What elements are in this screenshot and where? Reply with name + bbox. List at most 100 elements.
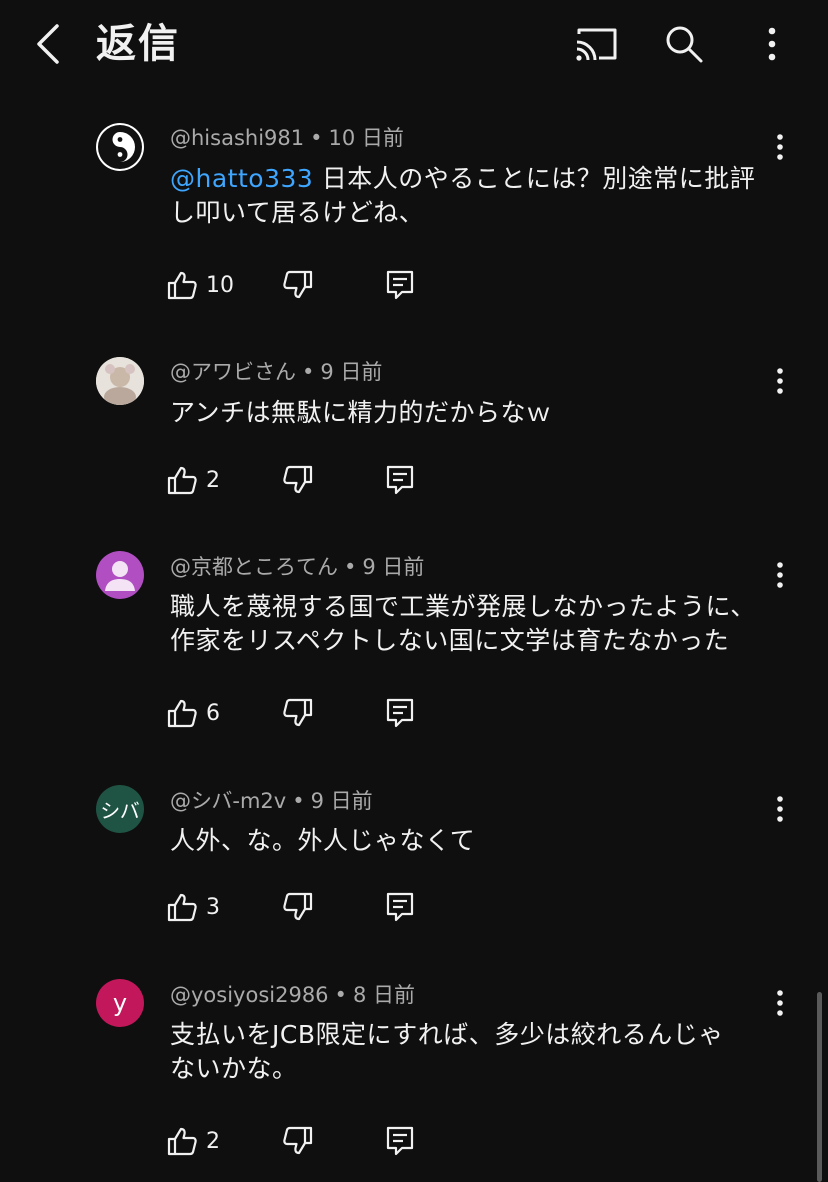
comment-text-line: ないかな。: [170, 1054, 298, 1083]
more-vert-icon: [777, 368, 783, 394]
comment-time: 10 日前: [328, 126, 404, 150]
avatar-letter: y: [112, 989, 128, 1017]
like-count: 6: [206, 700, 220, 726]
comment-meta: @yosiyosi2986 • 8 日前: [170, 981, 415, 1009]
thumbs-up-icon: [167, 466, 197, 495]
comment-more-button[interactable]: [764, 361, 796, 401]
author-name[interactable]: @シバ-m2v: [170, 789, 286, 813]
top-app-bar: 返信: [0, 0, 828, 90]
comment-text: アンチは無駄に精力的だからなｗ: [170, 396, 770, 430]
avatar[interactable]: [96, 357, 144, 405]
comment-text: 職人を蔑視する国で工業が発展しなかったように、 作家をリスペクトしない国に文学は…: [170, 590, 770, 658]
reply-icon: [386, 1126, 414, 1156]
thumbs-up-icon: [167, 271, 197, 300]
scrollbar[interactable]: [817, 992, 822, 1182]
avatar-letter: シバ: [100, 798, 140, 823]
like-button[interactable]: 2: [166, 1121, 220, 1161]
avatar[interactable]: [96, 123, 144, 171]
comment-meta: @シバ-m2v • 9 日前: [170, 787, 373, 815]
comment-meta: @hisashi981 • 10 日前: [170, 124, 404, 152]
reply-button[interactable]: [380, 460, 420, 500]
comment-actions: 3: [166, 887, 426, 927]
dislike-button[interactable]: [278, 265, 318, 305]
overflow-menu-button[interactable]: [748, 22, 796, 66]
reply-button[interactable]: [380, 693, 420, 733]
like-button[interactable]: 10: [166, 265, 234, 305]
meta-separator: •: [292, 789, 305, 813]
comment-text-line: アンチは無駄に精力的だからなｗ: [170, 398, 552, 427]
avatar[interactable]: シバ: [96, 785, 144, 833]
more-vert-icon: [777, 134, 783, 160]
more-vert-icon: [777, 562, 783, 588]
more-vert-icon: [777, 990, 783, 1016]
page-title: 返信: [96, 21, 180, 67]
dislike-button[interactable]: [278, 460, 318, 500]
comment-time: 8 日前: [352, 983, 415, 1007]
comment-text-line: 作家をリスペクトしない国に文学は育たなかった: [170, 626, 730, 655]
dislike-button[interactable]: [278, 887, 318, 927]
default-avatar-icon: [105, 561, 135, 591]
more-vert-icon: [768, 27, 776, 61]
cast-button[interactable]: [572, 22, 620, 66]
comment-actions: 2: [166, 1121, 426, 1161]
comment-text-line: 人外、な。外人じゃなくて: [170, 826, 476, 855]
thumbs-down-icon: [283, 465, 313, 494]
author-name[interactable]: @yosiyosi2986: [170, 983, 329, 1007]
comment-time: 9 日前: [362, 555, 425, 579]
avatar[interactable]: y: [96, 979, 144, 1027]
comment-more-button[interactable]: [764, 983, 796, 1023]
comment-text-line: @hatto333 日本人のやることには？別途常に批評: [170, 164, 756, 193]
dislike-button[interactable]: [278, 1121, 318, 1161]
comment-text-line: し叩いて居るけどね、: [170, 198, 425, 227]
comment-meta: @京都ところてん • 9 日前: [170, 553, 424, 581]
meta-separator: •: [310, 126, 323, 150]
reply-icon: [386, 892, 414, 922]
profile-photo-icon: [96, 357, 144, 405]
like-button[interactable]: 6: [166, 693, 220, 733]
search-icon: [666, 26, 703, 63]
comment-more-button[interactable]: [764, 127, 796, 167]
comment-more-button[interactable]: [764, 789, 796, 829]
author-name[interactable]: @アワビさん: [170, 360, 296, 384]
avatar[interactable]: [96, 551, 144, 599]
comment-text: 支払いをJCB限定にすれば、多少は絞れるんじゃ ないかな。: [170, 1018, 770, 1086]
more-vert-icon: [777, 796, 783, 822]
comment-time: 9 日前: [310, 789, 373, 813]
reply-icon: [386, 465, 414, 495]
meta-separator: •: [302, 360, 315, 384]
thumbs-down-icon: [283, 270, 313, 299]
reply-button[interactable]: [380, 887, 420, 927]
like-button[interactable]: 2: [166, 460, 220, 500]
dislike-button[interactable]: [278, 693, 318, 733]
reply-button[interactable]: [380, 265, 420, 305]
author-name[interactable]: @京都ところてん: [170, 555, 338, 579]
back-button[interactable]: [26, 20, 70, 68]
reply-icon: [386, 698, 414, 728]
thumbs-up-icon: [167, 893, 197, 922]
author-name[interactable]: @hisashi981: [170, 126, 304, 150]
thumbs-up-icon: [167, 1127, 197, 1156]
comment-text-line: 職人を蔑視する国で工業が発展しなかったように、: [170, 592, 756, 621]
meta-separator: •: [334, 983, 347, 1007]
comment-actions: 2: [166, 460, 426, 500]
like-count: 10: [206, 272, 234, 298]
comment-text: 人外、な。外人じゃなくて: [170, 824, 770, 858]
like-count: 3: [206, 894, 220, 920]
meta-separator: •: [344, 555, 357, 579]
reply-icon: [386, 270, 414, 300]
thumbs-down-icon: [283, 1126, 313, 1155]
comment-more-button[interactable]: [764, 555, 796, 595]
search-button[interactable]: [660, 22, 708, 66]
thumbs-down-icon: [283, 892, 313, 921]
comment-text-line: 支払いをJCB限定にすれば、多少は絞れるんじゃ: [170, 1020, 724, 1049]
comment-actions: 6: [166, 693, 426, 733]
like-button[interactable]: 3: [166, 887, 220, 927]
mention-link[interactable]: @hatto333: [170, 164, 313, 193]
back-icon: [37, 24, 59, 64]
thumbs-up-icon: [167, 699, 197, 728]
comment-text: @hatto333 日本人のやることには？別途常に批評 し叩いて居るけどね、: [170, 162, 770, 230]
cast-icon: [576, 28, 617, 61]
logo-icon: [98, 125, 142, 169]
reply-button[interactable]: [380, 1121, 420, 1161]
comment-meta: @アワビさん • 9 日前: [170, 358, 382, 386]
